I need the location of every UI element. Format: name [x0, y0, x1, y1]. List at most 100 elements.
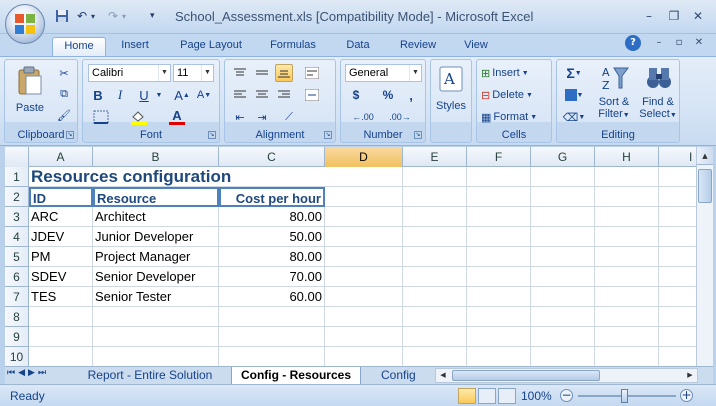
increase-indent-icon[interactable]: ⇥	[253, 108, 271, 126]
tab-home[interactable]: Home	[52, 37, 106, 56]
scroll-left-arrow-icon[interactable]: ◀	[436, 369, 450, 382]
data-cell[interactable]: PM	[29, 247, 93, 267]
grid-cell[interactable]	[403, 327, 467, 347]
grid-cell[interactable]	[325, 347, 403, 366]
redo-dropdown-icon[interactable]: ▾	[122, 7, 126, 25]
clipboard-launcher-icon[interactable]: ↘	[66, 131, 74, 139]
data-cell[interactable]: ARC	[29, 207, 93, 227]
column-header-f[interactable]: F	[467, 147, 531, 167]
grid-cell[interactable]	[403, 247, 467, 267]
grow-font-icon[interactable]: A ▲	[173, 86, 191, 104]
column-header-b[interactable]: B	[93, 147, 219, 167]
grid-cell[interactable]	[467, 207, 531, 227]
grid-cell[interactable]	[595, 227, 659, 247]
grid-cell[interactable]	[467, 187, 531, 207]
align-middle-icon[interactable]	[253, 64, 271, 82]
grid-cell[interactable]	[595, 287, 659, 307]
grid-cell[interactable]	[595, 247, 659, 267]
row-header[interactable]: 3	[5, 207, 29, 227]
grid-cell[interactable]	[403, 307, 467, 327]
workbook-restore-icon[interactable]: ▫	[670, 35, 688, 51]
page-break-view-icon[interactable]	[498, 388, 516, 404]
grid-cell[interactable]	[93, 347, 219, 366]
header-cell[interactable]: ID	[29, 187, 93, 207]
horizontal-scroll-thumb[interactable]	[452, 370, 600, 381]
zoom-slider-thumb[interactable]	[621, 389, 628, 403]
grid-cell[interactable]	[29, 327, 93, 347]
alignment-launcher-icon[interactable]: ↘	[324, 131, 332, 139]
column-header-d[interactable]: D	[325, 147, 403, 167]
zoom-in-button[interactable]: +	[680, 389, 693, 402]
grid-cell[interactable]	[531, 247, 595, 267]
grid-cell[interactable]	[403, 187, 467, 207]
data-cell[interactable]: 60.00	[219, 287, 325, 307]
insert-cells-button[interactable]: ⊞ Insert ▼	[481, 64, 547, 82]
grid-cell[interactable]	[531, 227, 595, 247]
data-cell[interactable]: 80.00	[219, 207, 325, 227]
comma-button[interactable]: ,	[403, 86, 419, 104]
align-right-icon[interactable]	[275, 86, 293, 104]
grid-cell[interactable]	[595, 187, 659, 207]
tab-data[interactable]: Data	[338, 37, 378, 56]
borders-icon[interactable]	[89, 108, 113, 126]
horizontal-scrollbar[interactable]: ◀ ▶	[435, 368, 698, 383]
orientation-icon[interactable]: ⟋	[277, 108, 301, 126]
row-header[interactable]: 2	[5, 187, 29, 207]
zoom-out-button[interactable]: −	[560, 389, 573, 402]
grid-cell[interactable]	[29, 307, 93, 327]
grid-cell[interactable]	[403, 347, 467, 366]
save-icon[interactable]	[55, 7, 69, 25]
sheet-nav-arrows-icon[interactable]: ⏮◀▶⏭	[7, 368, 49, 378]
font-launcher-icon[interactable]: ↘	[208, 131, 216, 139]
undo-dropdown-icon[interactable]: ▾	[91, 7, 95, 25]
font-size-combo[interactable]: 11 ▼	[173, 64, 214, 82]
column-header-e[interactable]: E	[403, 147, 467, 167]
styles-button[interactable]: A Styles	[434, 64, 468, 126]
grid-cell[interactable]	[403, 227, 467, 247]
data-cell[interactable]: 70.00	[219, 267, 325, 287]
italic-button[interactable]: I	[111, 86, 129, 104]
minimize-button[interactable]: –	[640, 8, 658, 24]
grid-cell[interactable]	[467, 287, 531, 307]
row-header[interactable]: 1	[5, 167, 29, 187]
grid-cell[interactable]	[531, 267, 595, 287]
grid-cell[interactable]	[531, 287, 595, 307]
restore-button[interactable]: ❐	[665, 8, 683, 24]
grid-cell[interactable]	[595, 327, 659, 347]
tab-review[interactable]: Review	[392, 37, 444, 56]
row-header[interactable]: 5	[5, 247, 29, 267]
header-cell[interactable]: Resource	[93, 187, 219, 207]
grid-cell[interactable]	[219, 327, 325, 347]
scroll-up-arrow-icon[interactable]: ▲	[697, 147, 713, 165]
column-header-g[interactable]: G	[531, 147, 595, 167]
grid-cell[interactable]	[595, 307, 659, 327]
align-left-icon[interactable]	[231, 86, 249, 104]
customize-qat-icon[interactable]: ▾	[150, 7, 155, 25]
page-layout-view-icon[interactable]	[478, 388, 496, 404]
align-top-icon[interactable]	[231, 64, 249, 82]
grid-cell[interactable]	[531, 347, 595, 366]
grid-cell[interactable]	[531, 307, 595, 327]
format-painter-icon[interactable]: 🖌	[55, 106, 73, 124]
help-icon[interactable]: ?	[625, 35, 641, 51]
grid-cell[interactable]	[595, 267, 659, 287]
grid-cell[interactable]	[219, 347, 325, 366]
number-launcher-icon[interactable]: ↘	[414, 131, 422, 139]
grid-cell[interactable]	[325, 167, 403, 187]
grid-cell[interactable]	[467, 307, 531, 327]
select-all-corner[interactable]	[5, 147, 29, 167]
currency-button[interactable]: $	[346, 86, 366, 104]
grid-cell[interactable]	[467, 267, 531, 287]
grid-cell[interactable]	[467, 247, 531, 267]
sheet-title-cell[interactable]: Resources configuration	[29, 167, 325, 187]
vertical-scroll-thumb[interactable]	[698, 169, 712, 203]
tab-page-layout[interactable]: Page Layout	[172, 37, 250, 56]
grid-cell[interactable]	[595, 207, 659, 227]
grid-cell[interactable]	[531, 187, 595, 207]
data-cell[interactable]: JDEV	[29, 227, 93, 247]
worksheet-grid[interactable]: A B C D E F G H I 1 Resources configurati…	[5, 147, 713, 366]
grid-cell[interactable]	[403, 267, 467, 287]
bold-button[interactable]: B	[89, 86, 107, 104]
tab-formulas[interactable]: Formulas	[262, 37, 324, 56]
grid-cell[interactable]	[219, 307, 325, 327]
